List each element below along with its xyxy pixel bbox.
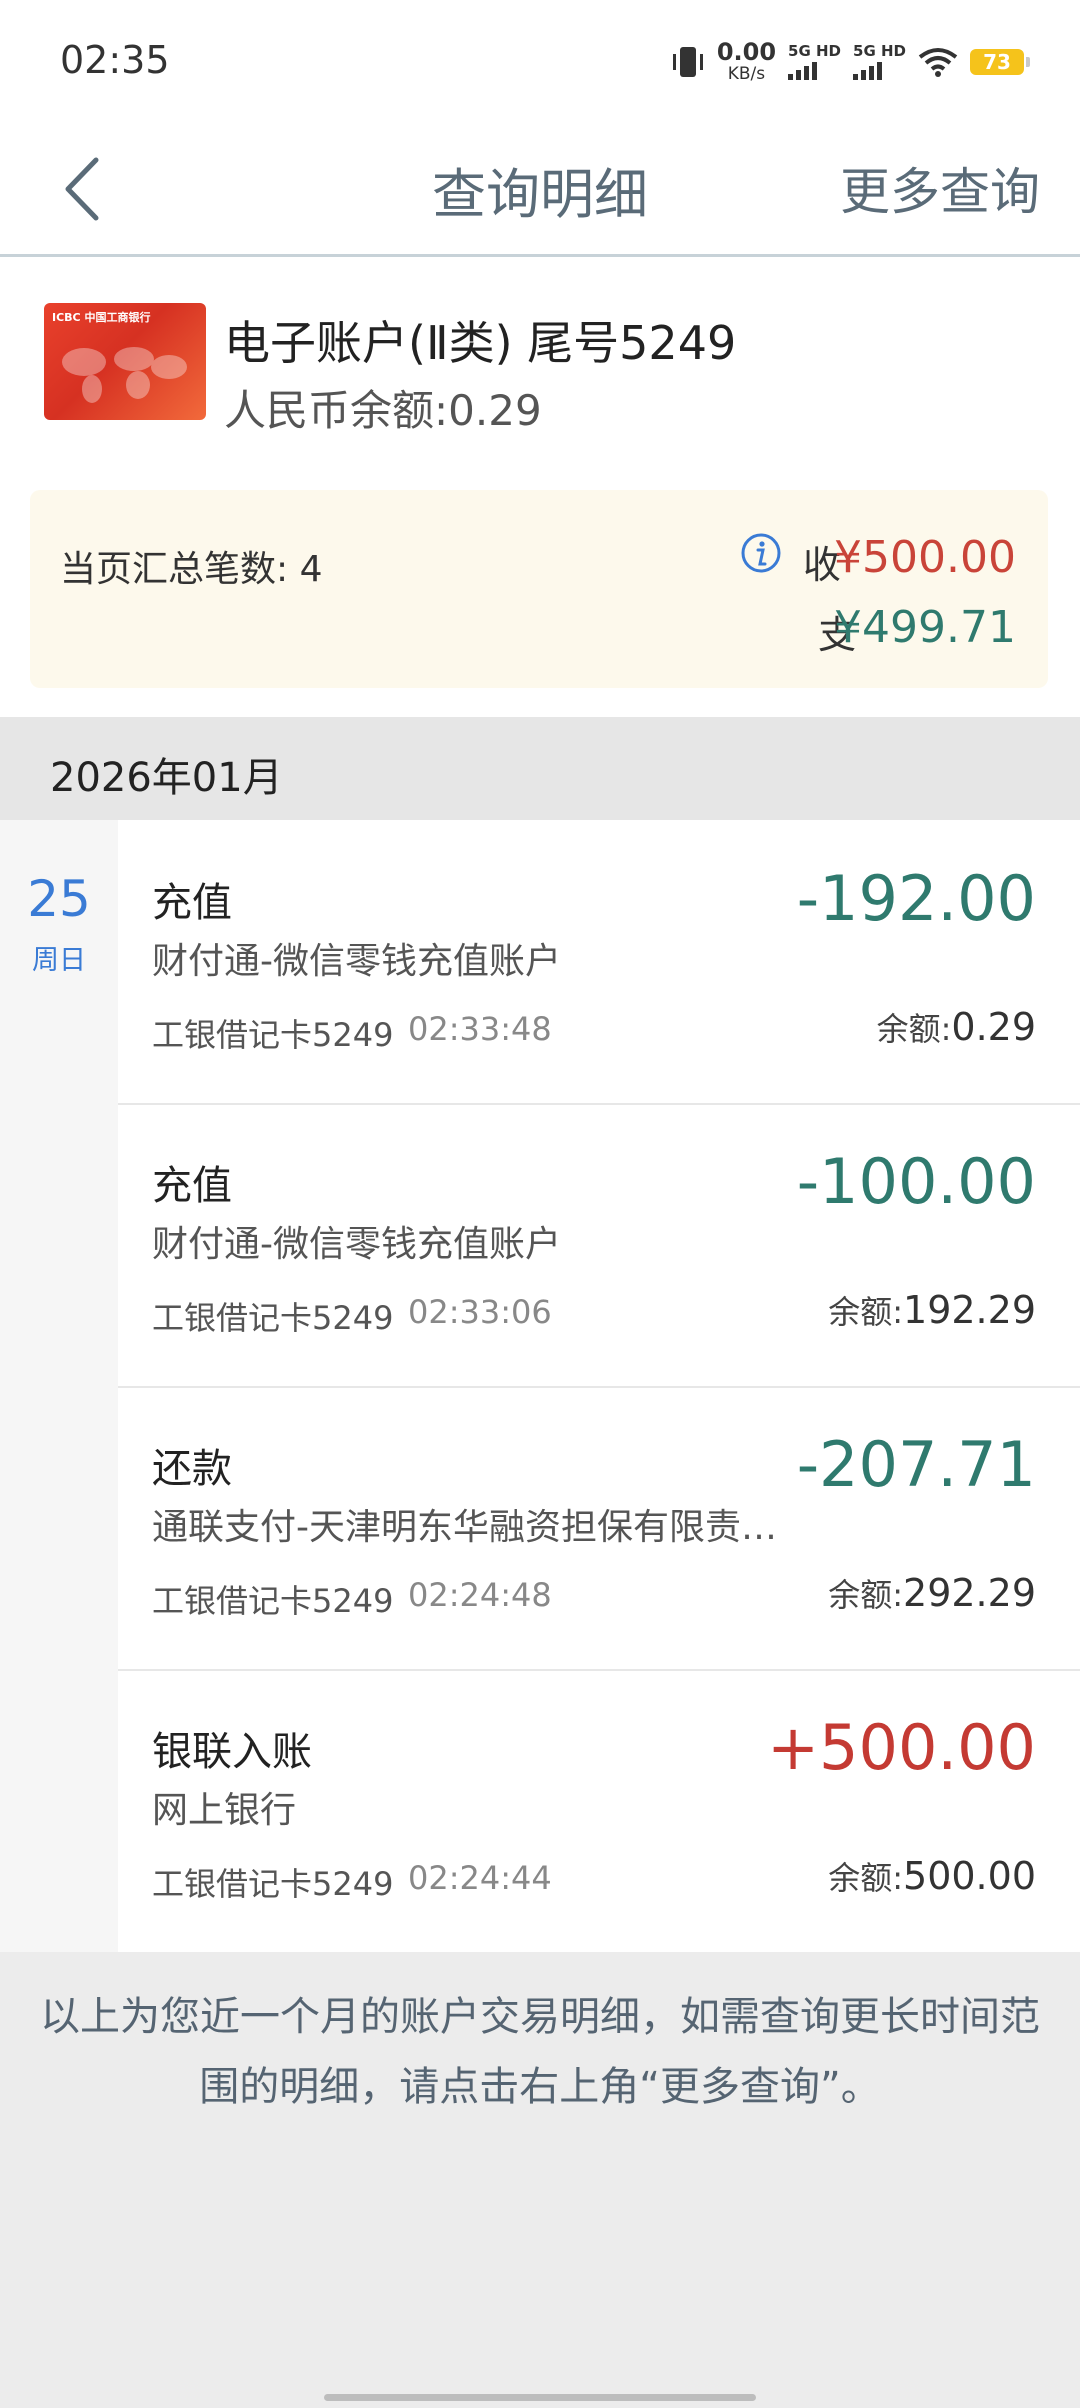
page-summary-panel: 当页汇总笔数: 4 收 ¥500.00 支 ¥499.71 [30,490,1048,688]
transaction-row[interactable]: 银联入账 网上银行 工银借记卡5249 02:24:44 +500.00 余额:… [118,1669,1080,1952]
transaction-type: 充值 [152,880,232,926]
transaction-card: 工银借记卡5249 [152,1016,394,1054]
expense-amount: ¥499.71 [834,602,1016,653]
account-name: 电子账户(Ⅱ类) 尾号5249 [224,316,737,370]
transaction-amount: +500.00 [767,1711,1036,1784]
home-indicator[interactable] [324,2394,756,2401]
status-bar: 02:35 0.00 KB/s 5G HD 5G HD 73 [0,0,1080,130]
more-query-button[interactable]: 更多查询 [840,152,1040,224]
balance-label: 余额: [876,1010,952,1048]
wifi-icon [918,47,958,77]
transaction-type: 还款 [152,1446,232,1492]
transaction-desc: 通联支付-天津明东华融资担保有限责… [152,1507,777,1548]
net-speed: 0.00 KB/s [717,40,776,83]
summary-count: 当页汇总笔数: 4 [60,549,323,590]
signal-icon: 5G HD [788,41,842,80]
battery-icon: 73 [970,48,1030,75]
transaction-desc: 财付通-微信零钱充值账户 [152,1224,561,1265]
transaction-time: 02:24:44 [408,1859,552,1897]
day-weekday: 周日 [32,945,86,976]
transaction-card: 工银借记卡5249 [152,1582,394,1620]
footer-note: 以上为您近一个月的账户交易明细，如需查询更长时间范围的明细，请点击右上角“更多查… [40,1994,1040,2110]
status-time: 02:35 [60,38,170,82]
balance-value: 0.29 [951,1005,1036,1049]
sim1-label: 5G HD [788,41,842,60]
world-map-icon [62,347,187,403]
day-date: 25 [27,870,91,928]
transaction-type: 银联入账 [152,1729,312,1775]
account-section: ICBC 中国工商银行 电子账户(Ⅱ类) 尾号5249 人民币余额:0.29 当… [0,257,1080,717]
transaction-balance: 余额:0.29 [877,1004,1036,1050]
balance-label: 余额: [828,1859,904,1897]
transaction-type: 充值 [152,1163,232,1209]
month-header: 2026年01月 [0,717,1080,820]
transaction-balance: 余额:192.29 [828,1287,1036,1333]
transaction-desc: 财付通-微信零钱充值账户 [152,941,561,982]
nav-bar: 查询明细 更多查询 [0,130,1080,257]
card-logo: ICBC 中国工商银行 [52,311,151,324]
month-label: 2026年01月 [50,755,283,801]
balance-label: 余额: [828,1576,904,1614]
transaction-card: 工银借记卡5249 [152,1865,394,1903]
transaction-row[interactable]: 充值 财付通-微信零钱充值账户 工银借记卡5249 02:33:48 -192.… [118,820,1080,1105]
balance-value: 500.00 [903,1854,1036,1898]
balance-label: 余额: [828,1293,904,1331]
net-speed-value: 0.00 [716,38,777,66]
transaction-time: 02:33:48 [408,1010,552,1048]
signal-icon: 5G HD [853,41,906,80]
transaction-card: 工银借记卡5249 [152,1299,394,1337]
transaction-amount: -100.00 [796,1145,1036,1218]
day-column: 25 周日 [0,820,118,1952]
transaction-balance: 余额:292.29 [828,1570,1036,1616]
transaction-desc: 网上银行 [152,1790,297,1831]
sim2-label: 5G HD [853,41,906,60]
vibrate-icon [672,46,703,77]
transaction-row[interactable]: 还款 通联支付-天津明东华融资担保有限责… 工银借记卡5249 02:24:48… [118,1386,1080,1671]
transaction-list: 25 周日 充值 财付通-微信零钱充值账户 工银借记卡5249 02:33:48… [0,820,1080,1952]
transaction-time: 02:24:48 [408,1576,552,1614]
info-icon[interactable] [740,532,782,574]
transaction-amount: -207.71 [796,1428,1036,1501]
bank-card-image: ICBC 中国工商银行 [44,303,206,420]
transaction-time: 02:33:06 [408,1293,552,1331]
account-balance: 人民币余额:0.29 [224,386,542,435]
status-icons: 0.00 KB/s 5G HD 5G HD 73 [671,40,1030,83]
balance-value: 192.29 [903,1288,1036,1332]
income-amount: ¥500.00 [834,532,1016,583]
net-speed-unit: KB/s [727,64,766,84]
transaction-row[interactable]: 充值 财付通-微信零钱充值账户 工银借记卡5249 02:33:06 -100.… [118,1103,1080,1388]
transaction-amount: -192.00 [796,862,1036,935]
transaction-balance: 余额:500.00 [828,1853,1036,1899]
balance-value: 292.29 [903,1571,1036,1615]
